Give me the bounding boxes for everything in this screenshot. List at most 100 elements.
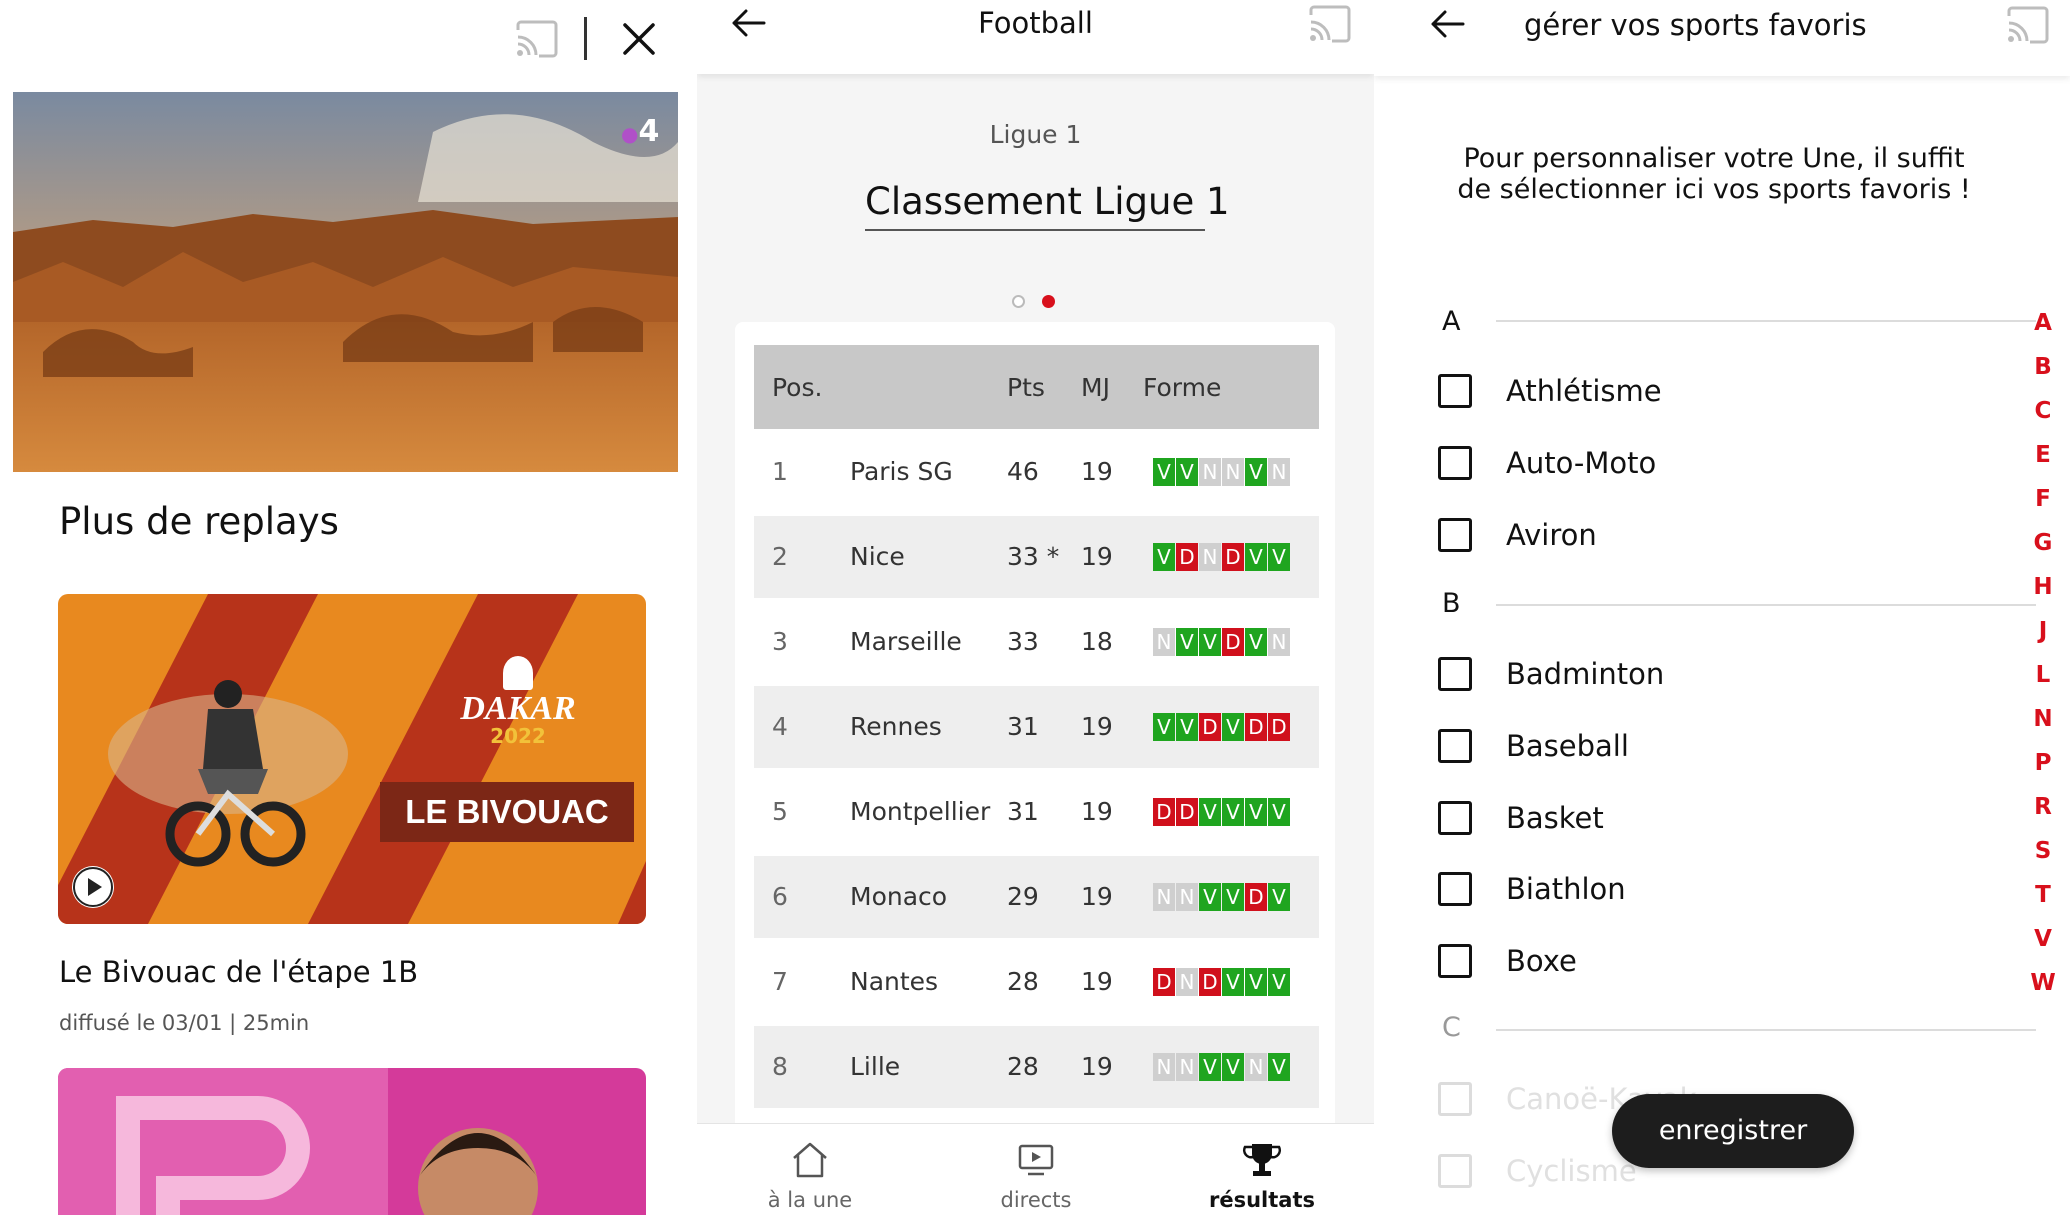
cell-pos: 2 bbox=[772, 542, 788, 571]
cell-pts: 31 bbox=[1007, 712, 1039, 741]
alphabet-index-letter[interactable]: E bbox=[2026, 442, 2060, 468]
intro-text: Pour personnaliser votre Une, il suffit … bbox=[1457, 143, 1971, 205]
form-strip: VVDVDD bbox=[1153, 713, 1290, 741]
checkbox[interactable] bbox=[1438, 872, 1472, 906]
alphabet-index-letter[interactable]: H bbox=[2026, 574, 2060, 600]
table-row[interactable]: 4 Rennes 31 19 V V D V D D bbox=[754, 686, 1319, 768]
nav-directs[interactable]: directs bbox=[923, 1124, 1149, 1215]
form-badge: D bbox=[1222, 543, 1244, 571]
cell-mj: 19 bbox=[1081, 542, 1113, 571]
table-row[interactable]: 5 Montpellier 31 19 D D V V V V bbox=[754, 771, 1319, 853]
league-title: Classement Ligue 1 bbox=[865, 180, 1230, 231]
table-row[interactable]: 8 Lille 28 19 N N V V N V bbox=[754, 1026, 1319, 1108]
cell-mj: 19 bbox=[1081, 712, 1113, 741]
form-badge: N bbox=[1176, 1053, 1198, 1081]
form-badge: V bbox=[1268, 798, 1290, 826]
cell-pos: 7 bbox=[772, 967, 788, 996]
form-badge: V bbox=[1268, 968, 1290, 996]
alphabet-index-letter[interactable]: G bbox=[2026, 530, 2060, 556]
sport-name: Athlétisme bbox=[1506, 374, 1662, 408]
form-badge: V bbox=[1176, 628, 1198, 656]
table-row[interactable]: 1 Paris SG 46 19 V V N N V N bbox=[754, 431, 1319, 513]
cell-mj: 19 bbox=[1081, 457, 1113, 486]
alphabet-index-letter[interactable]: J bbox=[2026, 618, 2060, 644]
alphabet-index-letter[interactable]: A bbox=[2026, 310, 2060, 336]
form-badge: V bbox=[1153, 458, 1175, 486]
form-badge: N bbox=[1199, 458, 1221, 486]
alphabet-index-letter[interactable]: N bbox=[2026, 706, 2060, 732]
alphabet-index-letter[interactable]: L bbox=[2026, 662, 2060, 688]
nav-resultats[interactable]: résultats bbox=[1149, 1124, 1374, 1215]
checkbox[interactable] bbox=[1438, 374, 1472, 408]
toolbar-divider bbox=[584, 17, 587, 60]
alphabet-index-letter[interactable]: S bbox=[2026, 838, 2060, 864]
letter-divider bbox=[1496, 1029, 2036, 1031]
form-badge: V bbox=[1222, 798, 1244, 826]
cast-icon[interactable] bbox=[515, 20, 559, 58]
pager-dot-2-active[interactable] bbox=[1042, 295, 1055, 308]
col-pos: Pos. bbox=[772, 373, 823, 402]
cell-pos: 8 bbox=[772, 1052, 788, 1081]
cast-icon[interactable] bbox=[1308, 5, 1352, 43]
bottom-nav: à la une directs résultats bbox=[697, 1123, 1374, 1215]
form-badge: N bbox=[1222, 458, 1244, 486]
play-icon[interactable] bbox=[72, 866, 114, 908]
cell-pts: 33 * bbox=[1007, 542, 1060, 571]
home-icon bbox=[793, 1142, 827, 1178]
alphabet-index-letter[interactable]: T bbox=[2026, 882, 2060, 908]
form-badge: V bbox=[1199, 798, 1221, 826]
alphabet-index-letter[interactable]: F bbox=[2026, 486, 2060, 512]
channel-number: 4 bbox=[638, 114, 660, 149]
card-title[interactable]: Le Bivouac de l'étape 1B bbox=[59, 955, 418, 989]
alphabet-index-letter[interactable]: P bbox=[2026, 750, 2060, 776]
replay-card-2[interactable] bbox=[58, 1068, 646, 1215]
alphabet-index-letter[interactable]: B bbox=[2026, 354, 2060, 380]
checkbox[interactable] bbox=[1438, 1082, 1472, 1116]
form-strip: VDNDVV bbox=[1153, 543, 1290, 571]
football-standings-panel: Football Ligue 1 Classement Ligue 1 Pos.… bbox=[697, 0, 1374, 1215]
pager-dot-1[interactable] bbox=[1012, 295, 1025, 308]
cell-mj: 19 bbox=[1081, 882, 1113, 911]
table-row[interactable]: 6 Monaco 29 19 N N V V D V bbox=[754, 856, 1319, 938]
close-icon[interactable] bbox=[622, 22, 656, 56]
sport-name: Aviron bbox=[1506, 518, 1597, 552]
checkbox[interactable] bbox=[1438, 446, 1472, 480]
form-strip: VVNNVN bbox=[1153, 458, 1290, 486]
form-badge: V bbox=[1153, 543, 1175, 571]
table-row[interactable]: 7 Nantes 28 19 D N D V V V bbox=[754, 941, 1319, 1023]
cell-pts: 28 bbox=[1007, 1052, 1039, 1081]
cell-mj: 19 bbox=[1081, 967, 1113, 996]
table-row[interactable]: 2 Nice 33 * 19 V D N D V V bbox=[754, 516, 1319, 598]
form-badge: D bbox=[1268, 713, 1290, 741]
form-badge: D bbox=[1176, 798, 1198, 826]
replay-card[interactable]: DAKAR 2022 LE BIVOUAC bbox=[58, 594, 646, 924]
nav-label: à la une bbox=[767, 1188, 853, 1212]
back-arrow-icon[interactable] bbox=[1430, 9, 1466, 39]
checkbox[interactable] bbox=[1438, 657, 1472, 691]
nav-a-la-une[interactable]: à la une bbox=[697, 1124, 923, 1215]
top-bar: gérer vos sports favoris bbox=[1374, 0, 2070, 76]
cast-icon[interactable] bbox=[2006, 6, 2050, 44]
alphabet-index-letter[interactable]: V bbox=[2026, 926, 2060, 952]
hero-video-thumbnail[interactable]: ●4 bbox=[13, 92, 678, 472]
form-badge: D bbox=[1176, 543, 1198, 571]
alphabet-index-letter[interactable]: W bbox=[2026, 970, 2060, 996]
form-badge: V bbox=[1268, 883, 1290, 911]
replay-panel: ●4 Plus de replays DAKAR 2022 LE BIVOUAC bbox=[0, 0, 697, 1215]
alphabet-index-letter[interactable]: C bbox=[2026, 398, 2060, 424]
checkbox[interactable] bbox=[1438, 801, 1472, 835]
cell-team: Rennes bbox=[850, 712, 942, 741]
save-button[interactable]: enregistrer bbox=[1612, 1094, 1854, 1168]
table-row[interactable]: 3 Marseille 33 18 N V V D V N bbox=[754, 601, 1319, 683]
checkbox[interactable] bbox=[1438, 729, 1472, 763]
form-badge: V bbox=[1199, 1053, 1221, 1081]
checkbox[interactable] bbox=[1438, 944, 1472, 978]
alphabet-index-letter[interactable]: R bbox=[2026, 794, 2060, 820]
checkbox[interactable] bbox=[1438, 518, 1472, 552]
form-badge: N bbox=[1245, 1053, 1267, 1081]
screen-title: Football bbox=[978, 6, 1093, 40]
form-badge: V bbox=[1245, 458, 1267, 486]
letter-divider bbox=[1496, 604, 2036, 606]
checkbox[interactable] bbox=[1438, 1154, 1472, 1188]
form-badge: V bbox=[1245, 628, 1267, 656]
